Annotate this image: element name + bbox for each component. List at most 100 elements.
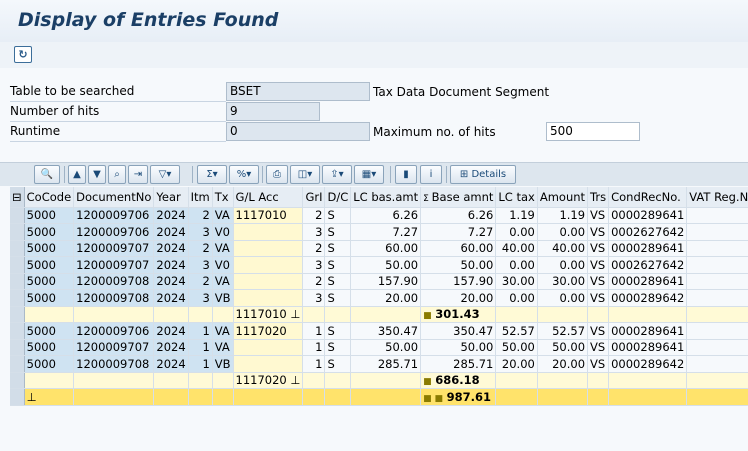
table-cell[interactable]: 3 [188,256,213,274]
table-cell[interactable]: 0000289641 [608,240,688,257]
table-cell[interactable]: 50.00 [350,256,422,274]
table-cell[interactable]: VB [212,355,234,373]
table-cell[interactable]: 7.27 [420,223,497,241]
table-cell[interactable]: S [324,355,352,373]
table-cell[interactable]: 30.00 [537,273,589,290]
table-cell[interactable]: 2 [188,207,213,224]
table-cell[interactable]: 2024 [153,355,189,373]
table-cell[interactable]: VS [587,355,610,373]
table-cell[interactable]: 350.47 [420,322,497,340]
table-cell[interactable]: 2024 [153,240,189,257]
sort-descending-icon[interactable]: ▼ [88,165,106,184]
column-header[interactable]: Year [153,187,189,208]
table-cell[interactable]: 5000 [24,339,75,356]
table-row[interactable]: 5000 1200009706 2024 3 V0 3 S 7.27 7.27 0.00 0.00 V… [10,223,748,241]
table-cell[interactable]: 0.00 [495,256,538,274]
table-cell[interactable]: 0.00 [495,223,538,241]
table-cell[interactable]: 285.71 [420,355,497,373]
table-cell[interactable]: S [324,322,352,340]
find-next-icon[interactable]: ⇥ [128,165,148,184]
table-cell[interactable]: 2024 [153,256,189,274]
table-cell[interactable]: 50.00 [495,339,538,356]
table-cell[interactable]: 1117020 [233,322,304,340]
table-cell[interactable]: 5000 [24,273,75,290]
table-cell[interactable]: S [324,273,352,290]
table-cell[interactable]: 0.00 [537,256,589,274]
table-cell[interactable] [233,355,304,373]
column-header[interactable]: DocumentNo [73,187,155,208]
hits-field[interactable]: 9 [226,102,320,121]
table-cell[interactable]: VA [212,273,234,290]
table-cell[interactable]: 2024 [153,207,189,224]
row-selector[interactable] [10,355,25,373]
table-cell[interactable]: S [324,256,352,274]
row-selector[interactable] [10,339,25,356]
table-cell[interactable]: 0000289642 [608,289,688,307]
table-cell[interactable]: 2024 [153,322,189,340]
table-cell[interactable]: 20.00 [537,355,589,373]
print-icon[interactable]: ⎙ [266,165,288,184]
table-row[interactable]: 5000 1200009707 2024 1 VA 1 S 50.00 50.00 50.00 50… [10,339,748,356]
table-cell[interactable]: 5000 [24,322,75,340]
table-field[interactable]: BSET [226,82,370,101]
table-cell[interactable]: 1.19 [495,207,538,224]
table-cell[interactable]: 157.90 [350,273,422,290]
table-cell[interactable]: 1 [188,355,213,373]
table-cell[interactable] [233,339,304,356]
refresh-icon[interactable]: ↻ [14,46,32,63]
table-cell[interactable]: 6.26 [420,207,497,224]
table-cell[interactable]: 1200009706 [73,207,155,224]
row-selector[interactable] [10,273,25,290]
table-cell[interactable]: 5000 [24,355,75,373]
table-cell[interactable]: 50.00 [420,339,497,356]
table-cell[interactable]: 0000289641 [608,273,688,290]
table-cell[interactable]: VA [212,322,234,340]
table-cell[interactable]: VS [587,273,610,290]
table-cell[interactable]: VS [587,223,610,241]
maxhits-field[interactable]: 500 [546,122,640,141]
table-cell[interactable]: 30.00 [495,273,538,290]
table-cell[interactable]: 1200009707 [73,256,155,274]
table-cell[interactable]: 2 [188,240,213,257]
table-cell[interactable]: 2024 [153,289,189,307]
table-cell[interactable]: 2024 [153,339,189,356]
table-cell[interactable]: VS [587,322,610,340]
find-icon[interactable]: 🔍 [34,165,60,184]
table-cell[interactable]: V0 [212,223,234,241]
table-cell[interactable]: 50.00 [420,256,497,274]
table-cell[interactable]: 5000 [24,256,75,274]
table-row[interactable]: 5000 1200009707 2024 3 V0 3 S 50.00 50.00 0.00 0.0… [10,256,748,274]
column-header[interactable]: Itm [188,187,213,208]
table-cell[interactable]: VA [212,240,234,257]
column-header[interactable]: G/L Acc [233,187,304,208]
runtime-field[interactable]: 0 [226,122,370,141]
table-cell[interactable]: 50.00 [537,339,589,356]
table-cell[interactable]: S [324,240,352,257]
info-icon[interactable]: i [420,165,442,184]
graphic-icon[interactable]: ▮ [395,165,417,184]
table-cell[interactable]: S [324,207,352,224]
table-row[interactable]: 5000 1200009708 2024 2 VA 2 S 157.90 157.90 30.00… [10,273,748,290]
table-cell[interactable]: VS [587,207,610,224]
row-selector[interactable] [10,289,25,307]
table-cell[interactable]: 1 [302,355,326,373]
column-header[interactable]: GrI [302,187,326,208]
table-cell[interactable]: VS [587,240,610,257]
table-cell[interactable]: 1 [188,339,213,356]
table-cell[interactable]: VA [212,339,234,356]
table-cell[interactable]: 0.00 [537,223,589,241]
sort-ascending-icon[interactable]: ▲ [68,165,86,184]
table-row[interactable]: 5000 1200009708 2024 1 VB 1 S 285.71 285.71 20.00… [10,355,748,373]
subtotal-icon[interactable]: %▾ [229,165,259,184]
export-icon[interactable]: ⇪▾ [322,165,352,184]
table-cell[interactable]: 50.00 [350,339,422,356]
table-cell[interactable]: 2 [188,273,213,290]
column-header[interactable]: LC tax [495,187,538,208]
table-cell[interactable]: 0000289641 [608,207,688,224]
table-cell[interactable]: 1200009708 [73,273,155,290]
table-cell[interactable]: 3 [302,256,326,274]
table-cell[interactable] [233,240,304,257]
table-cell[interactable]: 1 [302,322,326,340]
table-cell[interactable]: 1200009707 [73,339,155,356]
sum-icon[interactable]: Σ▾ [197,165,227,184]
